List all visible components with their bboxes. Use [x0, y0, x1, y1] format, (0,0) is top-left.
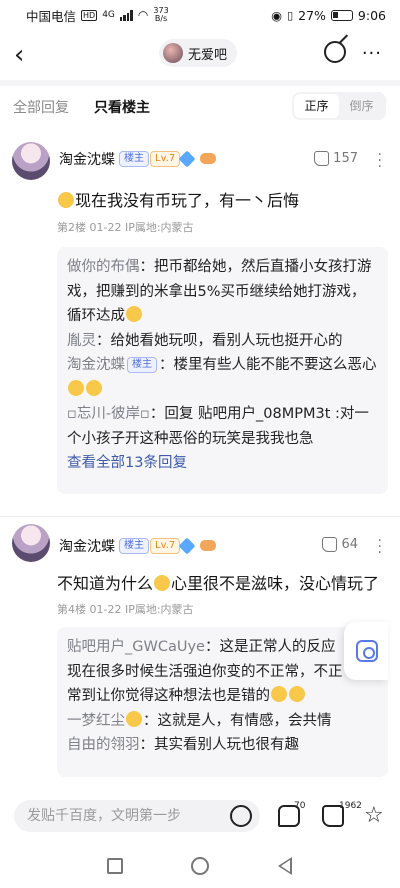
reply-text: 楼里有些人能不能不要这么恶心 [173, 357, 377, 373]
visual-search-button[interactable] [344, 622, 388, 680]
list-item[interactable]: 贴吧用户_GWCaUye：这是正常人的反应现在很多时候生活强迫你变的不正常，不正… [67, 635, 348, 709]
post-more-icon[interactable]: · · · [378, 148, 382, 174]
emoji-icon [58, 192, 74, 208]
replies-box: 做你的布偶：把币都给她，然后直播小女孩打游戏，把赚到的米拿出5%买币继续给她打游… [57, 247, 388, 494]
battery-level: 27% [298, 7, 326, 23]
reply-author[interactable]: 胤灵 [67, 333, 96, 349]
tab-all-replies[interactable]: 全部回复 [13, 97, 69, 117]
level-badge: Lv.7 [150, 151, 181, 167]
sort-asc-button[interactable]: 正序 [294, 94, 339, 118]
replies-box: 贴吧用户_GWCaUye：这是正常人的反应现在很多时候生活强迫你变的不正常，不正… [57, 627, 388, 777]
reply-text: 其实看别人玩也很有趣 [154, 737, 299, 753]
comment-count: 70 [294, 801, 306, 811]
level-badge: Lv.7 [150, 538, 181, 554]
post-content: 现在我没有币玩了，有一丶后悔 [57, 187, 299, 211]
reply-author[interactable]: 自由的翎羽 [67, 737, 140, 753]
battery-icon [330, 9, 353, 21]
list-item[interactable]: 一梦红尘 ：这就是人，有情感，会共情 [67, 709, 348, 734]
lens-icon [356, 640, 378, 662]
sort-toggle: 正序 倒序 [292, 92, 386, 120]
more-icon[interactable]: ··· [362, 43, 382, 64]
sort-desc-button[interactable]: 倒序 [339, 94, 384, 118]
eye-icon: ◉ [271, 7, 283, 23]
post-meta: 第4楼 01-22 IP属地:内蒙古 [57, 603, 194, 616]
reply-tabs: 全部回复 只看楼主 正序 倒序 [0, 92, 400, 122]
like-button[interactable]: 64 [322, 537, 358, 552]
post-meta: 第2楼 01-22 IP属地:内蒙古 [57, 221, 194, 234]
reply-text: 这就是人，有情感，会共情 [157, 712, 332, 729]
clock: 9:06 [357, 7, 386, 23]
emoji-icon [86, 379, 102, 396]
emoji-picker-icon[interactable] [230, 805, 252, 827]
reply-text: 给她看她玩呗，看别人玩也挺开心的 [110, 332, 343, 349]
status-bar: 中国电信 HD 4G ◠ 373 B/s ◉ ▯ 27% 9:06 [0, 0, 400, 30]
wifi-icon: ◠ [137, 8, 149, 22]
emoji-icon [154, 575, 171, 591]
list-item[interactable]: 自由的翎羽：其实看别人玩也很有趣 [67, 733, 348, 758]
gamepad-icon [200, 540, 216, 551]
emoji-icon [68, 379, 84, 396]
view-all-replies-link[interactable]: 查看全部13条回复 [67, 451, 378, 476]
forum-pill[interactable]: 无爱吧 [159, 39, 238, 67]
back-nav-icon[interactable] [278, 857, 292, 875]
emoji-icon [271, 686, 287, 702]
reply-author[interactable]: ▫忘川-彼岸▫ [67, 406, 150, 422]
list-item[interactable]: 淘金沈蝶 楼主 ：楼里有些人能不能不要这么恶心 [67, 353, 378, 402]
net-speed: 373 B/s [153, 6, 169, 23]
emoji-icon [126, 710, 142, 727]
vibrate-icon: ▯ [287, 8, 294, 22]
like-count: 64 [341, 537, 358, 552]
home-icon[interactable] [191, 857, 209, 875]
emoji-icon [126, 306, 142, 322]
star-icon[interactable]: ☆ [364, 805, 386, 827]
reply-author[interactable]: 贴吧用户_GWCaUye [67, 639, 205, 655]
avatar[interactable] [12, 524, 50, 562]
recents-icon[interactable] [107, 858, 123, 874]
network-type: 4G [102, 10, 115, 20]
divider [0, 516, 400, 517]
section-divider [0, 80, 400, 86]
forum-avatar [163, 43, 183, 63]
thumb-icon [314, 151, 330, 166]
forum-name: 无爱吧 [188, 47, 228, 63]
list-item[interactable]: ▫忘川-彼岸▫：回复 贴吧用户_08MPM3t :对一个小孩子开这种恶俗的玩笑是… [67, 402, 378, 451]
diamond-icon [178, 150, 196, 168]
post-content: 不知道为什么 心里很不是滋味，没心情玩了 [57, 574, 380, 593]
comment-input[interactable]: 发贴千百度，文明第一步 [14, 800, 260, 832]
host-badge: 楼主 [119, 151, 149, 167]
reply-author[interactable]: 一梦红尘 [67, 713, 125, 729]
diamond-icon [178, 537, 196, 555]
thumb-icon [322, 537, 338, 552]
gamepad-icon [200, 153, 216, 164]
carrier: 中国电信 [26, 8, 77, 24]
username[interactable]: 淘金沈蝶 [59, 536, 115, 556]
username[interactable]: 淘金沈蝶 [59, 149, 115, 169]
host-badge: 楼主 [127, 357, 157, 373]
post-more-icon[interactable]: · · · [378, 534, 382, 560]
signal-icon [119, 9, 133, 21]
back-icon[interactable]: ‹ [14, 40, 24, 70]
system-nav-bar [0, 846, 400, 888]
emoji-icon [289, 686, 305, 702]
like-count: 157 [333, 151, 358, 166]
tab-op-only[interactable]: 只看楼主 [94, 97, 150, 117]
reply-author[interactable]: 淘金沈蝶 [67, 357, 125, 373]
avatar[interactable] [12, 142, 50, 180]
list-item[interactable]: 胤灵：给她看她玩呗，看别人玩也挺开心的 [67, 329, 378, 354]
like-button[interactable]: 157 [314, 151, 358, 166]
hd-indicator: HD [81, 9, 98, 21]
share-icon[interactable] [324, 41, 346, 63]
reply-author[interactable]: 做你的布偶 [67, 259, 140, 275]
host-badge: 楼主 [119, 538, 149, 554]
bottom-action-bar: 发贴千百度，文明第一步 70 1962 ☆ [0, 784, 400, 846]
like-total: 1962 [339, 801, 362, 811]
nav-bar: ‹ 无爱吧 ··· [0, 30, 400, 76]
list-item[interactable]: 做你的布偶：把币都给她，然后直播小女孩打游戏，把赚到的米拿出5%买币继续给她打游… [67, 255, 378, 329]
